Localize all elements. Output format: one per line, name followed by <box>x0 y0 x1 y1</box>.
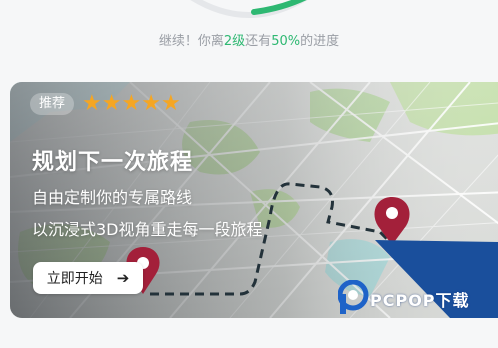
progress-prefix: 继续！你离 <box>158 34 224 49</box>
progress-suffix: 的进度 <box>300 34 340 49</box>
card-subtitle-1: 自由定制你的专属路线 <box>32 188 193 207</box>
rating-row: 推荐 ★ ★ ★ ★ ★ <box>30 93 181 115</box>
star-icon: ★ <box>141 91 161 116</box>
star-icon: ★ <box>160 91 181 116</box>
pcpop-logo-icon <box>338 280 369 314</box>
star-rating: ★ ★ ★ ★ ★ <box>82 93 181 115</box>
card-subtitle-2: 以沉浸式3D视角重走每一段旅程 <box>32 220 263 239</box>
level-value: 2级 <box>223 34 246 49</box>
start-now-button[interactable]: 立即开始 ➔ <box>33 262 143 294</box>
progress-middle: 还有 <box>245 34 272 49</box>
start-now-label: 立即开始 <box>46 271 103 287</box>
card-title: 规划下一次旅程 <box>32 150 194 175</box>
star-icon: ★ <box>82 91 102 116</box>
watermark-text: PCPOP下载 <box>370 291 470 310</box>
progress-message: 继续！你离2级还有50%的进度 <box>0 32 498 52</box>
recommend-badge: 推荐 <box>30 93 75 115</box>
route-planning-card[interactable]: 推荐 ★ ★ ★ ★ ★ 规划下一次旅程 自由定制你的专属路线 以沉浸式3D视角… <box>10 82 498 318</box>
progress-ring <box>190 0 308 18</box>
arrow-right-icon: ➔ <box>116 269 130 287</box>
progress-percent: 50% <box>271 34 301 49</box>
star-icon: ★ <box>121 91 142 116</box>
star-icon: ★ <box>101 91 122 116</box>
